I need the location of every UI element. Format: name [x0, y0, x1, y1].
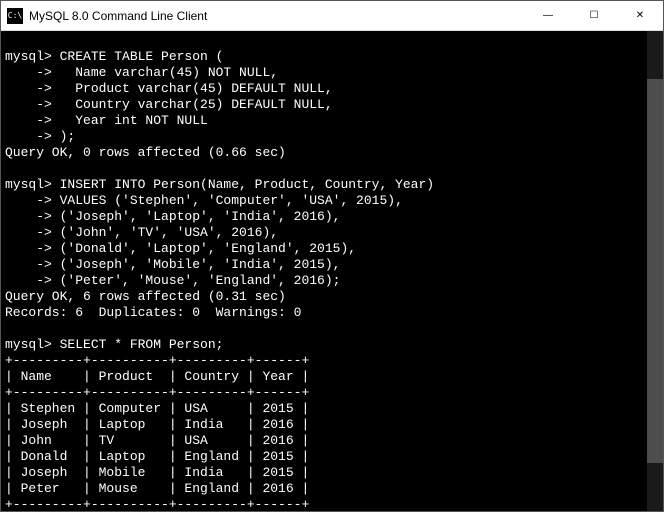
vertical-scrollbar[interactable] [647, 31, 663, 511]
app-icon: C:\ [7, 8, 23, 24]
create-line: -> Year int NOT NULL [5, 113, 208, 128]
create-line: -> Country varchar(25) DEFAULT NULL, [5, 97, 333, 112]
insert-line: mysql> INSERT INTO Person(Name, Product,… [5, 177, 434, 192]
table-border: +---------+----------+---------+------+ [5, 353, 309, 368]
query-result: Query OK, 0 rows affected (0.66 sec) [5, 145, 286, 160]
query-result: Query OK, 6 rows affected (0.31 sec) [5, 289, 286, 304]
insert-line: -> ('Donald', 'Laptop', 'England', 2015)… [5, 241, 356, 256]
table-row: | Joseph | Laptop | India | 2016 | [5, 417, 309, 432]
insert-line: -> VALUES ('Stephen', 'Computer', 'USA',… [5, 193, 403, 208]
table-border: +---------+----------+---------+------+ [5, 497, 309, 511]
create-line: -> Product varchar(45) DEFAULT NULL, [5, 81, 333, 96]
query-result: Records: 6 Duplicates: 0 Warnings: 0 [5, 305, 301, 320]
table-row: | John | TV | USA | 2016 | [5, 433, 309, 448]
table-row: | Peter | Mouse | England | 2016 | [5, 481, 309, 496]
table-border: +---------+----------+---------+------+ [5, 385, 309, 400]
close-button[interactable]: ✕ [617, 1, 663, 30]
insert-line: -> ('Peter', 'Mouse', 'England', 2016); [5, 273, 340, 288]
insert-line: -> ('John', 'TV', 'USA', 2016), [5, 225, 278, 240]
create-line: -> ); [5, 129, 75, 144]
table-row: | Donald | Laptop | England | 2015 | [5, 449, 309, 464]
select-query: mysql> SELECT * FROM Person; [5, 337, 223, 352]
table-row: | Joseph | Mobile | India | 2015 | [5, 465, 309, 480]
window-titlebar: C:\ MySQL 8.0 Command Line Client — ☐ ✕ [1, 1, 663, 31]
terminal-output[interactable]: mysql> CREATE TABLE Person ( -> Name var… [1, 31, 663, 511]
minimize-button[interactable]: — [525, 1, 571, 30]
table-header: | Name | Product | Country | Year | [5, 369, 309, 384]
maximize-button[interactable]: ☐ [571, 1, 617, 30]
window-controls: — ☐ ✕ [525, 1, 663, 30]
table-row: | Stephen | Computer | USA | 2015 | [5, 401, 309, 416]
scrollbar-thumb[interactable] [647, 79, 663, 463]
create-line: mysql> CREATE TABLE Person ( [5, 49, 223, 64]
insert-line: -> ('Joseph', 'Laptop', 'India', 2016), [5, 209, 340, 224]
insert-line: -> ('Joseph', 'Mobile', 'India', 2015), [5, 257, 340, 272]
create-line: -> Name varchar(45) NOT NULL, [5, 65, 278, 80]
window-title: MySQL 8.0 Command Line Client [29, 9, 525, 23]
